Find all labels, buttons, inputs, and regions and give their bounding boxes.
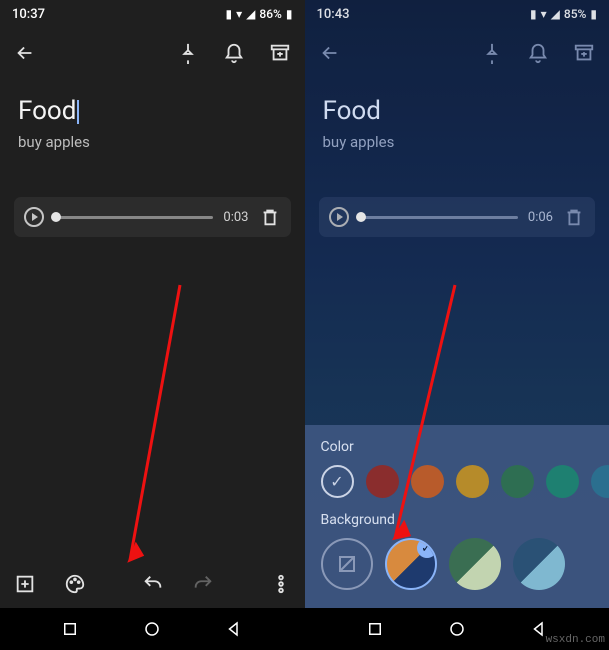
note-body[interactable]: buy apples [18,133,287,151]
background-swatch[interactable] [449,538,501,590]
audio-clip: 0:06 [319,197,596,237]
archive-icon[interactable] [269,42,291,64]
trash-icon[interactable] [563,206,585,228]
play-button[interactable] [24,207,44,227]
color-swatch[interactable] [456,465,489,498]
recents-icon[interactable] [366,620,384,638]
add-box-icon[interactable] [14,573,36,595]
watermark: wsxdn.com [546,634,605,646]
color-swatch[interactable] [591,465,609,498]
note-toolbar [0,28,305,78]
trash-icon[interactable] [259,206,281,228]
audio-progress[interactable] [54,216,213,219]
background-swatch-none[interactable] [321,538,373,590]
back-icon[interactable] [14,42,36,64]
status-bar: 10:37 ▮▾◢ 86%▮ [0,0,305,28]
home-icon[interactable] [448,620,466,638]
back-icon[interactable] [319,42,341,64]
back-nav-icon[interactable] [225,620,243,638]
status-time: 10:43 [317,7,350,22]
background-row: ✓ [321,538,594,590]
palette-icon[interactable] [64,573,86,595]
status-icons: ▮▾◢ 86%▮ [226,7,293,21]
note-body[interactable]: buy apples [323,133,592,151]
color-swatch[interactable] [501,465,534,498]
note-title[interactable]: Food [323,96,592,127]
reminder-icon[interactable] [527,42,549,64]
status-time: 10:37 [12,7,45,22]
audio-duration: 0:06 [528,210,553,225]
bottom-toolbar [0,560,305,608]
reminder-icon[interactable] [223,42,245,64]
color-swatch[interactable] [366,465,399,498]
background-swatch[interactable] [513,538,565,590]
redo-icon [192,573,214,595]
color-row: ✓ [321,465,594,498]
recents-icon[interactable] [61,620,79,638]
background-sheet: Color ✓ Background ✓ [305,425,609,608]
color-section-label: Color [321,439,594,455]
play-button[interactable] [329,207,349,227]
color-swatch-none[interactable]: ✓ [321,465,354,498]
more-icon[interactable] [270,573,292,595]
note-title[interactable]: Food [18,96,287,127]
note-toolbar [305,28,609,78]
background-swatch[interactable]: ✓ [385,538,437,590]
status-bar: 10:43 ▮▾◢ 85%▮ [305,0,609,28]
audio-clip: 0:03 [14,197,291,237]
status-icons: ▮▾◢ 85%▮ [530,7,597,21]
color-swatch[interactable] [546,465,579,498]
system-nav [0,608,305,650]
pin-icon[interactable] [177,42,199,64]
color-swatch[interactable] [411,465,444,498]
pin-icon[interactable] [481,42,503,64]
undo-icon[interactable] [142,573,164,595]
archive-icon[interactable] [573,42,595,64]
background-section-label: Background [321,512,594,528]
audio-duration: 0:03 [223,210,248,225]
home-icon[interactable] [143,620,161,638]
annotation-arrow [120,280,190,580]
audio-progress[interactable] [359,216,518,219]
